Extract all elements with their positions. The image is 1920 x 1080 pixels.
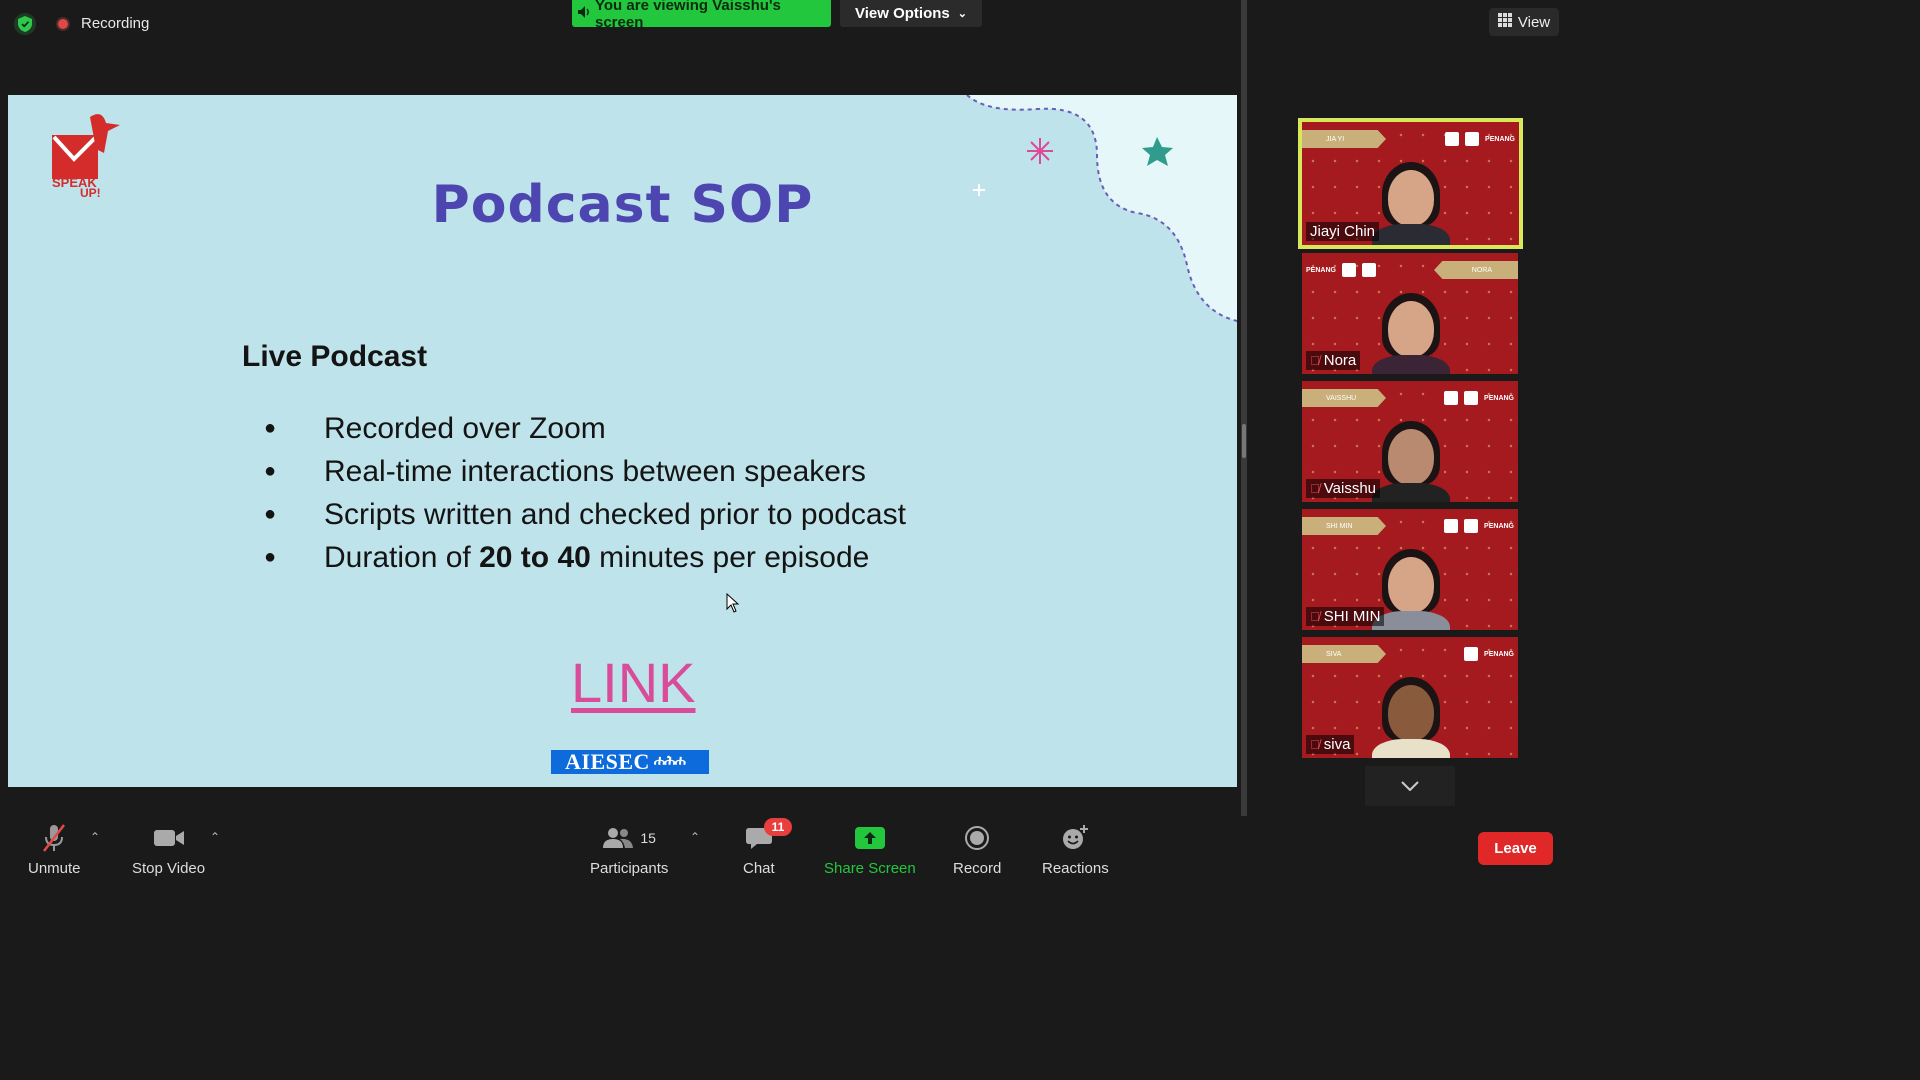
grid-icon xyxy=(1497,13,1512,31)
tile-logos: PENANG xyxy=(1444,517,1514,535)
chevron-down-icon: ⌄ xyxy=(957,8,967,20)
leave-button[interactable]: Leave xyxy=(1478,832,1553,865)
stop-video-label: Stop Video xyxy=(132,860,206,877)
chevron-down-icon xyxy=(1401,781,1419,791)
viewing-screen-banner: You are viewing Vaisshu's screen xyxy=(572,0,831,31)
mic-muted-icon: 🎙̸ xyxy=(1310,353,1320,368)
view-options-label: View Options xyxy=(855,5,950,22)
smiley-plus-icon xyxy=(1061,822,1089,854)
recording-label: Recording xyxy=(81,15,150,32)
aiesec-logo: AIESEC ሐሕሐ xyxy=(551,749,709,774)
video-options-caret-icon[interactable]: ⌃ xyxy=(210,830,220,844)
share-screen-button[interactable]: Share Screen xyxy=(824,822,916,877)
list-item: ● Recorded over Zoom xyxy=(264,411,606,445)
top-bar: Recording You are viewing Vaisshu's scre… xyxy=(0,0,1568,50)
slide-subhead: Live Podcast xyxy=(242,340,428,373)
reactions-label: Reactions xyxy=(1042,860,1109,877)
participant-name: 🎙̸ Vaisshu xyxy=(1306,479,1381,498)
tile-logos: PENANG xyxy=(1306,261,1376,279)
participant-tile[interactable]: SIVA PENANG 🎙̸ siva xyxy=(1302,637,1518,758)
bullet-list: ● Recorded over Zoom ● Real-time interacti… xyxy=(264,407,906,579)
unmute-label: Unmute xyxy=(28,860,81,877)
gallery-scroll-down-button[interactable] xyxy=(1365,766,1455,806)
participant-name: Jiayi Chin xyxy=(1306,222,1380,241)
bullet-icon: ● xyxy=(264,460,277,482)
unmute-button[interactable]: Unmute xyxy=(28,822,81,877)
participant-tile[interactable]: PENANG NORA 🎙̸ Nora xyxy=(1302,253,1518,374)
participants-label: Participants xyxy=(590,860,669,877)
view-label: View xyxy=(1517,13,1551,31)
chat-label: Chat xyxy=(743,860,775,877)
shared-screen-slide[interactable]: SPEAK UP! Podcast SOP Live Podcast ● Reco… xyxy=(8,95,1237,787)
record-button[interactable]: Record xyxy=(953,822,1001,877)
participants-icon-group: 15 xyxy=(602,822,656,854)
recording-indicator-icon xyxy=(56,17,70,31)
participants-icon xyxy=(603,828,634,848)
participant-video xyxy=(1372,549,1450,630)
bullet-icon: ● xyxy=(264,546,277,568)
viewing-screen-text: You are viewing Vaisshu's screen xyxy=(595,0,781,31)
tile-name-banner: JIA YI xyxy=(1302,130,1386,148)
participants-button[interactable]: 15 Participants xyxy=(590,822,668,877)
list-item: ● Duration of 20 to 40 minutes per episod… xyxy=(264,540,870,574)
bullet-icon: ● xyxy=(264,503,277,525)
audio-options-caret-icon[interactable]: ⌃ xyxy=(90,830,100,844)
view-layout-button[interactable]: View xyxy=(1489,8,1559,36)
list-item: ● Real-time interactions between speakers xyxy=(264,454,866,488)
mic-muted-icon: 🎙̸ xyxy=(1310,481,1320,496)
tile-logos: PENANG xyxy=(1444,389,1514,407)
video-camera-icon xyxy=(153,822,185,854)
participant-name: 🎙̸ SHI MIN xyxy=(1306,607,1385,626)
mic-muted-icon: 🎙̸ xyxy=(1310,609,1320,624)
panel-resize-handle[interactable] xyxy=(1241,0,1247,816)
record-icon xyxy=(964,822,990,854)
tile-name-banner: SIVA xyxy=(1302,645,1386,663)
share-screen-label: Share Screen xyxy=(824,860,916,877)
stop-video-button[interactable]: Stop Video xyxy=(132,822,205,877)
chat-unread-badge: 11 xyxy=(764,818,792,836)
participants-count: 15 xyxy=(640,830,656,846)
participants-options-caret-icon[interactable]: ⌃ xyxy=(690,830,700,844)
mic-muted-icon xyxy=(41,822,67,854)
reactions-button[interactable]: Reactions xyxy=(1042,822,1109,877)
participant-tile[interactable]: JIA YI PENANG Jiayi Chin xyxy=(1298,118,1523,249)
security-shield-icon[interactable] xyxy=(14,13,36,35)
participant-tile[interactable]: SHI MIN PENANG 🎙̸ SHI MIN xyxy=(1302,509,1518,630)
mouse-cursor-icon xyxy=(726,593,740,613)
slide-title: Podcast SOP xyxy=(431,175,814,235)
participant-video xyxy=(1372,162,1450,245)
tile-name-banner: VAISSHU xyxy=(1302,389,1386,407)
participant-video xyxy=(1372,677,1450,758)
participant-name: 🎙̸ Nora xyxy=(1306,351,1361,370)
mic-muted-icon: 🎙̸ xyxy=(1310,737,1320,752)
record-label: Record xyxy=(953,860,1002,877)
bullet-icon: ● xyxy=(264,417,277,439)
tile-logos: PENANG xyxy=(1445,130,1515,148)
share-screen-icon xyxy=(854,822,886,854)
participant-video xyxy=(1372,421,1450,502)
tile-name-banner: SHI MIN xyxy=(1302,517,1386,535)
participant-tile[interactable]: VAISSHU PENANG 🎙̸ Vaisshu xyxy=(1302,381,1518,502)
view-options-button[interactable]: View Options ⌄ xyxy=(840,0,982,27)
tile-logos: PENANG xyxy=(1464,645,1514,663)
list-item: ● Scripts written and checked prior to po… xyxy=(264,497,906,531)
speaker-icon xyxy=(577,5,591,23)
participant-video xyxy=(1372,293,1450,374)
participant-name: 🎙̸ siva xyxy=(1306,735,1355,754)
tile-name-banner: NORA xyxy=(1434,261,1518,279)
slide-link[interactable]: LINK xyxy=(571,650,696,715)
